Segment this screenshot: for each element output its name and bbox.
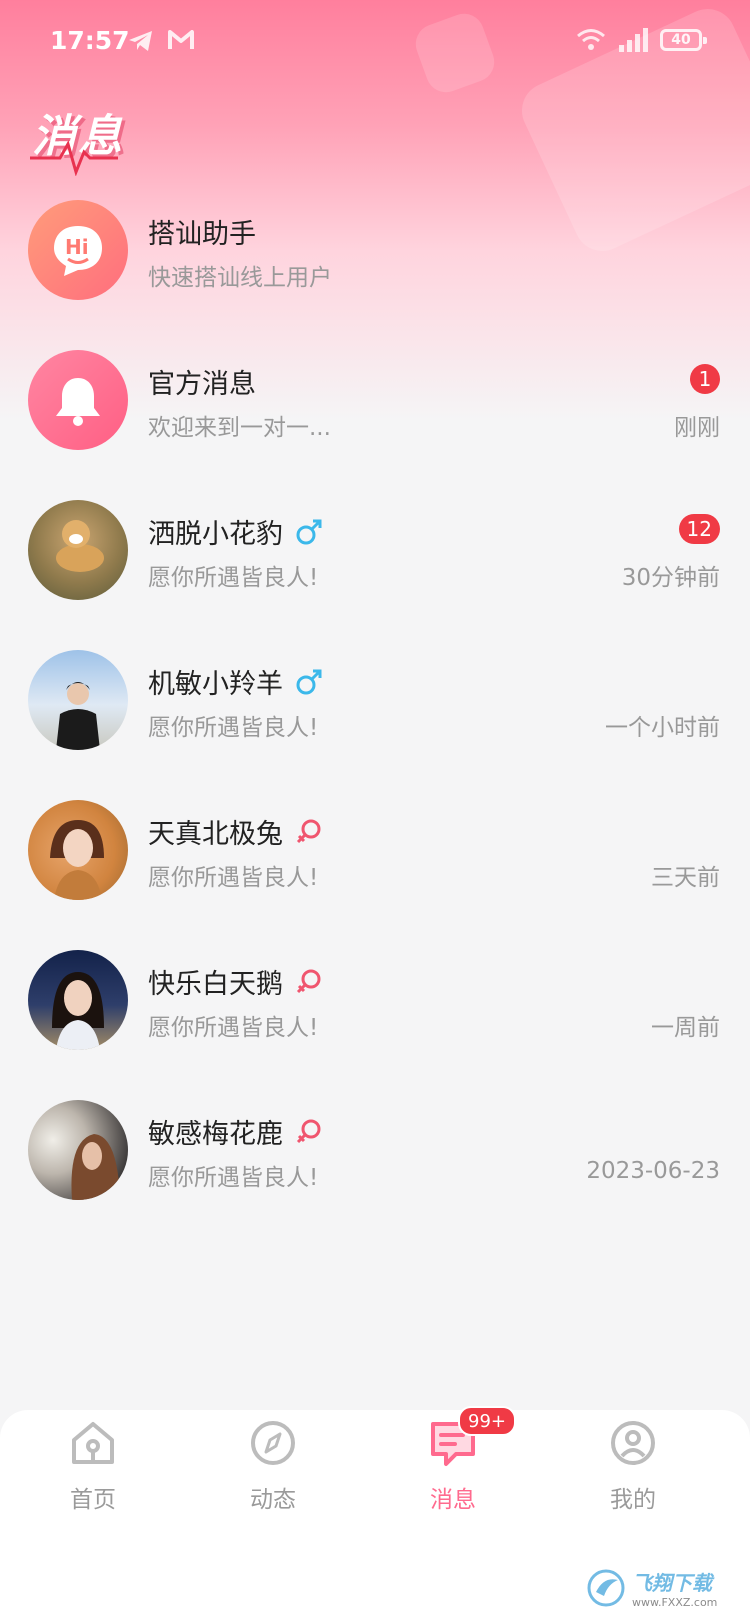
unread-count-badge: 99+ — [458, 1406, 516, 1436]
tab-profile[interactable]: 我的 — [543, 1416, 723, 1536]
status-bar: 17:57 40 — [0, 0, 750, 88]
signal-icon — [619, 28, 648, 52]
message-time: 三天前 — [651, 865, 720, 891]
list-item[interactable]: 快乐白天鹅 愿你所遇皆良人! 一周前 — [0, 950, 750, 1100]
contact-name: 搭讪助手 — [148, 219, 256, 250]
message-preview: 愿你所遇皆良人! — [148, 865, 319, 891]
avatar[interactable] — [28, 650, 128, 750]
status-time: 17:57 — [50, 26, 130, 55]
battery-level: 40 — [671, 32, 691, 48]
telegram-icon — [129, 31, 152, 51]
watermark-text: 飞翔下载 — [632, 1571, 712, 1595]
message-icon: 99+ — [428, 1406, 516, 1468]
message-preview: 愿你所遇皆良人! — [148, 1015, 319, 1041]
watermark-url: www.FXXZ.com — [632, 1596, 718, 1609]
watermark: 飞翔下载 www.FXXZ.com — [586, 1560, 736, 1616]
female-icon — [296, 1119, 321, 1143]
list-item[interactable]: 洒脱小花豹 愿你所遇皆良人! 12 30分钟前 — [0, 500, 750, 650]
female-icon — [296, 969, 321, 993]
contact-name: 快乐白天鹅 — [148, 969, 283, 1000]
message-preview: 愿你所遇皆良人! — [148, 1165, 319, 1191]
avatar[interactable] — [28, 500, 128, 600]
avatar[interactable] — [28, 800, 128, 900]
avatar[interactable] — [28, 950, 128, 1050]
list-item[interactable]: 天真北极兔 愿你所遇皆良人! 三天前 — [0, 800, 750, 950]
bottom-tab-bar: 首页 动态 99+ 消息 我的 飞翔下载 www.FXXZ.com — [0, 1406, 750, 1624]
unread-badge: 12 — [678, 514, 720, 544]
contact-name: 机敏小羚羊 — [148, 669, 283, 700]
contact-name: 官方消息 — [148, 369, 256, 400]
male-icon — [296, 669, 322, 694]
message-time: 2023-06-23 — [586, 1158, 720, 1184]
message-list: Hi 搭讪助手 快速搭讪线上用户 官方消息 欢迎来到一对一... 1 刚刚 洒脱… — [0, 200, 750, 1250]
profile-icon — [608, 1418, 658, 1468]
list-item[interactable]: Hi 搭讪助手 快速搭讪线上用户 — [0, 200, 750, 350]
male-icon — [296, 519, 322, 544]
wifi-icon — [577, 29, 605, 50]
svg-text:Hi: Hi — [65, 235, 89, 259]
list-item[interactable]: 敏感梅花鹿 愿你所遇皆良人! 2023-06-23 — [0, 1100, 750, 1250]
bell-icon — [28, 350, 128, 450]
home-icon — [68, 1418, 118, 1468]
message-time: 一周前 — [651, 1015, 720, 1041]
compass-icon — [248, 1418, 298, 1468]
message-preview: 愿你所遇皆良人! — [148, 715, 319, 741]
tab-home[interactable]: 首页 — [3, 1416, 183, 1536]
message-time: 30分钟前 — [621, 565, 720, 591]
tab-label: 消息 — [430, 1487, 476, 1513]
tab-label: 我的 — [610, 1487, 656, 1513]
message-preview: 快速搭讪线上用户 — [148, 265, 332, 291]
message-time: 一个小时前 — [605, 715, 720, 741]
hi-icon: Hi — [28, 200, 128, 300]
list-item[interactable]: 机敏小羚羊 愿你所遇皆良人! 一个小时前 — [0, 650, 750, 800]
tab-messages[interactable]: 99+ 消息 — [363, 1406, 543, 1536]
tab-moments[interactable]: 动态 — [183, 1416, 363, 1536]
message-preview: 愿你所遇皆良人! — [148, 565, 319, 591]
unread-badge: 1 — [690, 364, 720, 394]
gmail-icon — [168, 30, 194, 49]
message-preview: 欢迎来到一对一... — [148, 415, 331, 441]
battery-icon: 40 — [660, 29, 707, 51]
fxxz-logo-icon — [587, 1569, 625, 1607]
avatar[interactable] — [28, 1100, 128, 1200]
message-time: 刚刚 — [674, 415, 720, 441]
contact-name: 天真北极兔 — [148, 819, 283, 850]
tab-label: 动态 — [250, 1487, 296, 1513]
female-icon — [296, 819, 321, 843]
heartbeat-icon — [30, 140, 118, 176]
list-item[interactable]: 官方消息 欢迎来到一对一... 1 刚刚 — [0, 350, 750, 500]
contact-name: 洒脱小花豹 — [148, 519, 283, 550]
tab-label: 首页 — [70, 1487, 116, 1513]
contact-name: 敏感梅花鹿 — [148, 1119, 283, 1150]
